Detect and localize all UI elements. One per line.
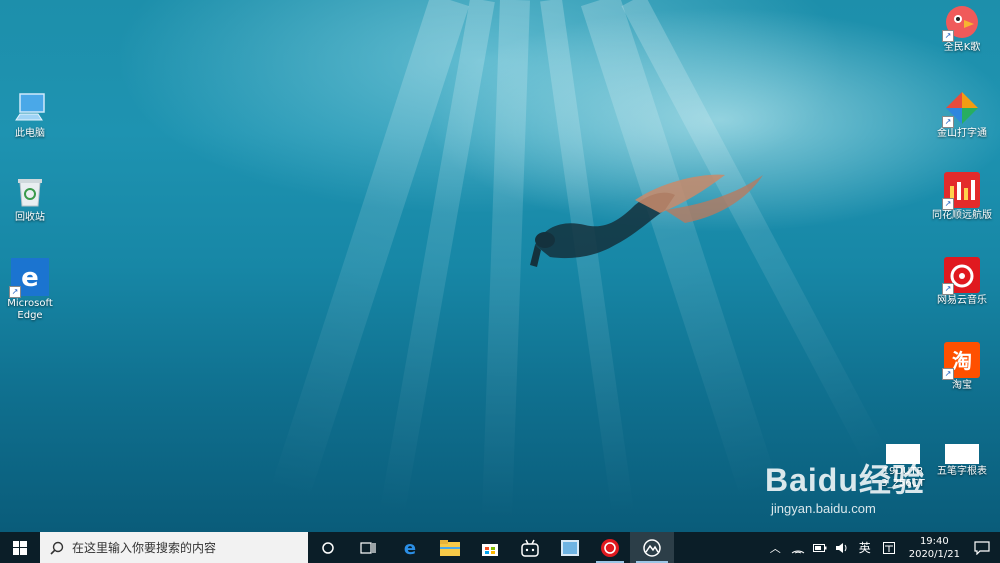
shortcut-arrow-icon: ↗: [942, 30, 954, 42]
computer-icon: [12, 90, 48, 126]
icon-label: Microsoft Edge: [7, 298, 53, 321]
bilibili-icon: [521, 539, 539, 557]
taskbar: 在这里输入你要搜索的内容 e ︿ 英 19:40 2020/1/21: [0, 532, 1000, 563]
svg-text:淘: 淘: [952, 349, 972, 373]
desktop-icon-typing[interactable]: ↗ 金山打字通: [921, 90, 1000, 140]
taskbar-bilibili[interactable]: [510, 532, 550, 563]
desktop-icon-stock[interactable]: ↗ 同花顺远航版: [921, 172, 1000, 222]
icon-label: 同花顺远航版: [932, 210, 992, 221]
image-icon: [561, 539, 579, 556]
shortcut-arrow-icon: ↗: [9, 286, 21, 298]
shortcut-arrow-icon: ↗: [942, 198, 954, 210]
network-icon[interactable]: [791, 542, 805, 554]
light-ray: [481, 0, 530, 521]
ime-mode-icon[interactable]: [882, 541, 895, 554]
search-placeholder: 在这里输入你要搜索的内容: [72, 541, 217, 555]
task-view-button[interactable]: [348, 532, 388, 563]
volume-icon[interactable]: [835, 542, 849, 554]
desktop-icon-this-pc[interactable]: 此电脑: [0, 90, 71, 140]
desktop-icon-netease-music[interactable]: ↗ 网易云音乐: [921, 257, 1000, 307]
svg-text:e: e: [21, 263, 39, 293]
taskbar-active-app[interactable]: [630, 532, 674, 563]
stock-icon: ↗: [942, 172, 980, 210]
icon-label: 网易云音乐: [937, 295, 987, 306]
windows-icon: [13, 540, 27, 555]
task-view-icon: [360, 541, 376, 554]
app-icon: [643, 538, 661, 557]
netease-music-icon: [601, 538, 619, 557]
svg-text:e: e: [404, 538, 416, 558]
icon-label: 金山打字通: [937, 128, 987, 139]
store-icon: [482, 543, 498, 556]
desktop-icon-taobao[interactable]: 淘 ↗ 淘宝: [921, 342, 1000, 392]
system-tray: ︿ 英 19:40 2020/1/21: [764, 532, 1000, 563]
clock-time: 19:40: [919, 535, 949, 547]
icon-label: 五笔字根表: [937, 466, 987, 477]
watermark-url: jingyan.baidu.com: [771, 501, 876, 516]
desktop-icon-kge[interactable]: ↗ 全民K歌: [921, 4, 1000, 54]
netease-music-icon: ↗: [942, 257, 980, 295]
chevron-up-icon[interactable]: ︿: [770, 540, 781, 556]
typing-icon: ↗: [942, 90, 980, 128]
taobao-icon: 淘 ↗: [942, 342, 980, 380]
desktop-icon-edge[interactable]: e ↗ Microsoft Edge: [0, 258, 71, 322]
notification-icon[interactable]: [974, 540, 990, 555]
clock-date: 2020/1/21: [908, 548, 960, 560]
taskbar-netease-music[interactable]: [590, 532, 630, 563]
recycle-bin-icon: [12, 174, 48, 210]
icon-label: 淘宝: [952, 380, 972, 391]
desktop-icon-wubi[interactable]: 五笔字根表: [921, 440, 1000, 478]
folder-icon: [440, 539, 460, 556]
shortcut-arrow-icon: ↗: [942, 368, 954, 380]
shortcut-arrow-icon: ↗: [942, 283, 954, 295]
cortana-icon: [322, 541, 334, 554]
shortcut-arrow-icon: ↗: [942, 116, 954, 128]
start-button[interactable]: [0, 532, 40, 563]
diver-image: [530, 174, 763, 267]
ime-indicator[interactable]: 英: [859, 539, 871, 556]
desktop: 此电脑 回收站 e ↗ Microsoft Edge ↗ 全民K歌 ↗ 金山打字…: [0, 0, 1000, 532]
watermark-logo: Baidu经验: [765, 462, 925, 498]
desktop-icon-recycle-bin[interactable]: 回收站: [0, 174, 71, 224]
document-icon: [945, 444, 979, 464]
edge-icon: e: [404, 538, 416, 558]
icon-label: 全民K歌: [943, 42, 981, 53]
baidu-watermark: Baidu经验 jingyan.baidu.com: [765, 455, 925, 516]
taskbar-image-viewer[interactable]: [550, 532, 590, 563]
cortana-button[interactable]: [308, 532, 348, 563]
kge-icon: ↗: [942, 4, 980, 42]
search-box[interactable]: 在这里输入你要搜索的内容: [40, 532, 308, 563]
icon-label: 此电脑: [15, 128, 45, 139]
taskbar-file-explorer[interactable]: [430, 532, 470, 563]
battery-icon[interactable]: [812, 543, 827, 553]
clock[interactable]: 19:40 2020/1/21: [909, 535, 960, 561]
icon-label: 回收站: [15, 212, 45, 223]
taskbar-store[interactable]: [470, 532, 510, 563]
edge-icon: e ↗: [9, 258, 49, 298]
taskbar-edge[interactable]: e: [390, 532, 430, 563]
search-icon: [50, 541, 64, 555]
